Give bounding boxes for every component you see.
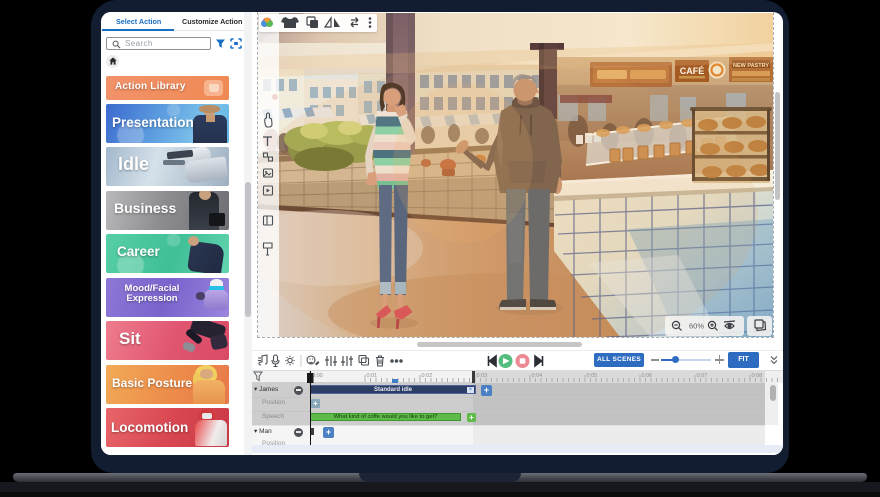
svg-text:60%: 60% — [689, 322, 704, 331]
svg-text:0:07: 0:07 — [697, 373, 708, 379]
svg-text:0:06: 0:06 — [642, 373, 653, 379]
svg-text:0:02: 0:02 — [422, 373, 433, 379]
svg-text:0:03: 0:03 — [477, 373, 488, 379]
svg-text:0:08: 0:08 — [752, 373, 763, 379]
svg-text:0:01: 0:01 — [367, 373, 378, 379]
svg-text:0:00: 0:00 — [312, 373, 323, 379]
svg-text:0:05: 0:05 — [587, 373, 598, 379]
svg-text:0:04: 0:04 — [532, 373, 543, 379]
